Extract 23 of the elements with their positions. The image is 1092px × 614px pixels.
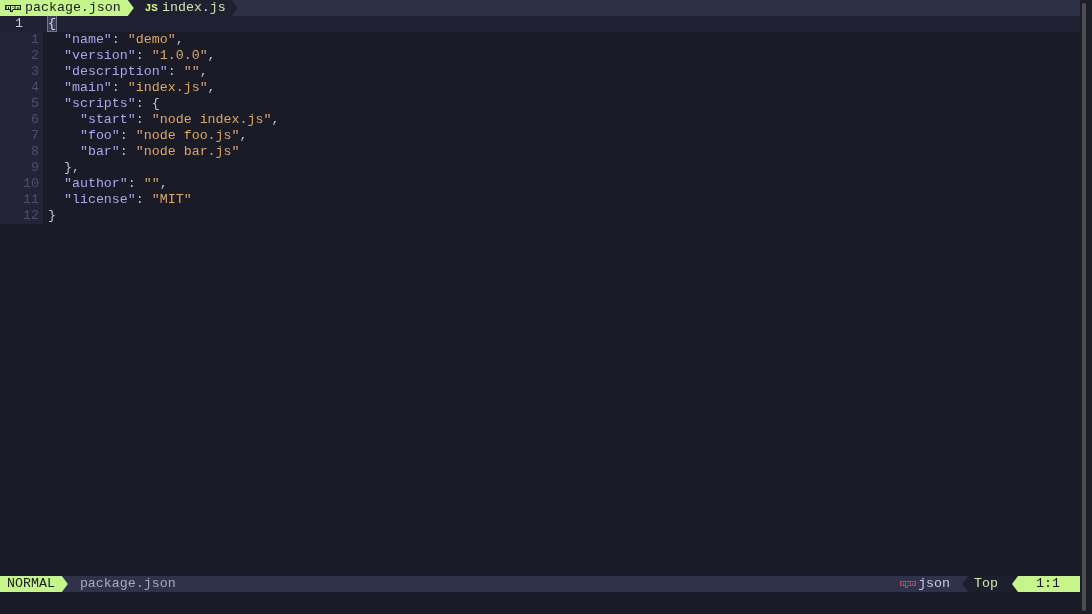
code-line: "description": "",: [62, 64, 208, 80]
code-line: "scripts": {: [62, 96, 160, 112]
mode-indicator: NORMAL: [0, 576, 68, 592]
block-logo-icon: [5, 4, 21, 12]
filetype-label: json: [918, 576, 951, 592]
code-line: }: [48, 208, 56, 224]
cursor-position: 1:1: [1012, 576, 1080, 592]
code-line: "author": "",: [62, 176, 168, 192]
tab[interactable]: JS index.js: [127, 0, 238, 16]
code-line: "bar": "node bar.js": [78, 144, 240, 160]
line-number: 1: [14, 16, 24, 32]
file-name: package.json: [79, 576, 176, 592]
scrollbar[interactable]: [1082, 3, 1086, 611]
code-line: "main": "index.js",: [62, 80, 216, 96]
js-icon: JS: [144, 0, 158, 16]
code-line: "name": "demo",: [62, 32, 184, 48]
code-line: "version": "1.0.0",: [62, 48, 216, 64]
block-logo-icon: [900, 580, 917, 588]
tab[interactable]: package.json: [0, 0, 134, 16]
code-line: "foo": "node foo.js",: [78, 128, 248, 144]
code-line: "start": "node index.js",: [78, 112, 280, 128]
code-line: },: [62, 160, 80, 176]
code-line: "license": "MIT": [62, 192, 192, 208]
